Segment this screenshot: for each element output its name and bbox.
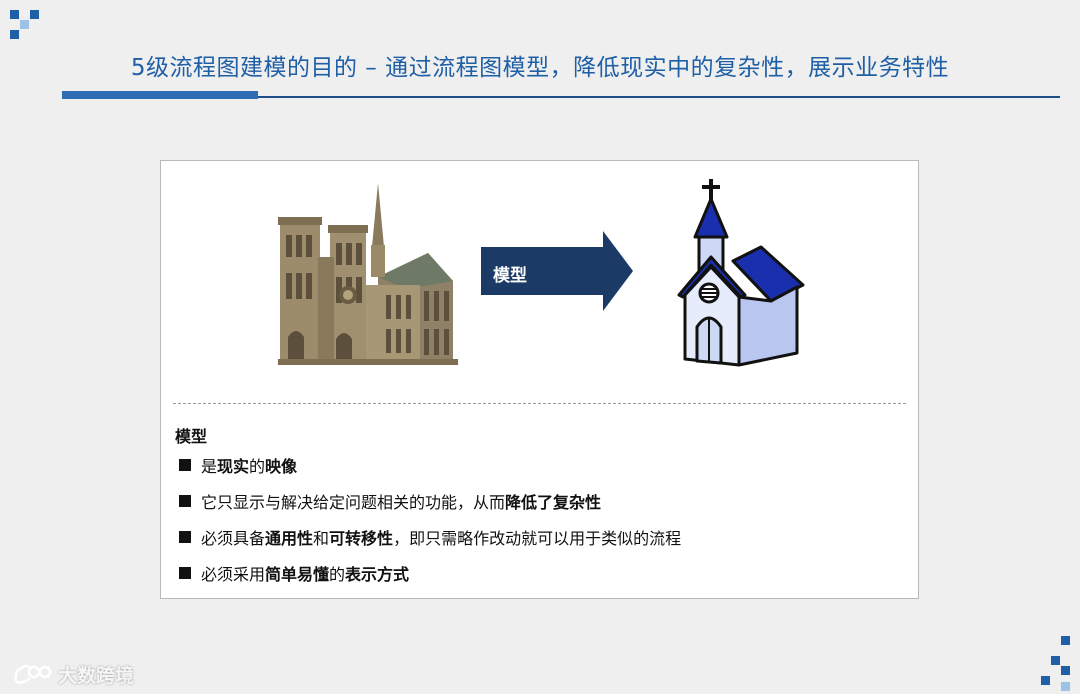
model-bullet-list: 是现实的映像 它只显示与解决给定问题相关的功能，从而降低了复杂性 必须具备通用性… xyxy=(179,453,681,597)
slide-title: 5级流程图建模的目的 – 通过流程图模型，降低现实中的复杂性，展示业务特性 xyxy=(130,55,950,81)
bullet-item: 必须具备通用性和可转移性，即只需略作改动就可以用于类似的流程 xyxy=(179,525,681,561)
arrow-label: 模型 xyxy=(493,266,527,286)
bubble-logo-icon xyxy=(14,664,52,684)
watermark: 大数跨境 xyxy=(12,660,134,688)
content-card: 模型 模型 是现实的映像 它只显示与解决给定问题相关的功能，从而降低了复杂性 必… xyxy=(160,160,919,599)
square-bullet-icon xyxy=(179,495,191,507)
square-bullet-icon xyxy=(179,459,191,471)
section-divider xyxy=(173,403,906,404)
bullet-item: 是现实的映像 xyxy=(179,453,681,489)
bullet-item: 必须采用简单易懂的表示方式 xyxy=(179,561,681,597)
church-illustration xyxy=(677,179,805,367)
bullet-item: 它只显示与解决给定问题相关的功能，从而降低了复杂性 xyxy=(179,489,681,525)
model-heading: 模型 xyxy=(175,427,208,446)
watermark-text: 大数跨境 xyxy=(58,664,135,687)
cathedral-illustration xyxy=(278,183,458,365)
square-bullet-icon xyxy=(179,531,191,543)
square-bullet-icon xyxy=(179,567,191,579)
title-accent-bar xyxy=(62,91,258,99)
